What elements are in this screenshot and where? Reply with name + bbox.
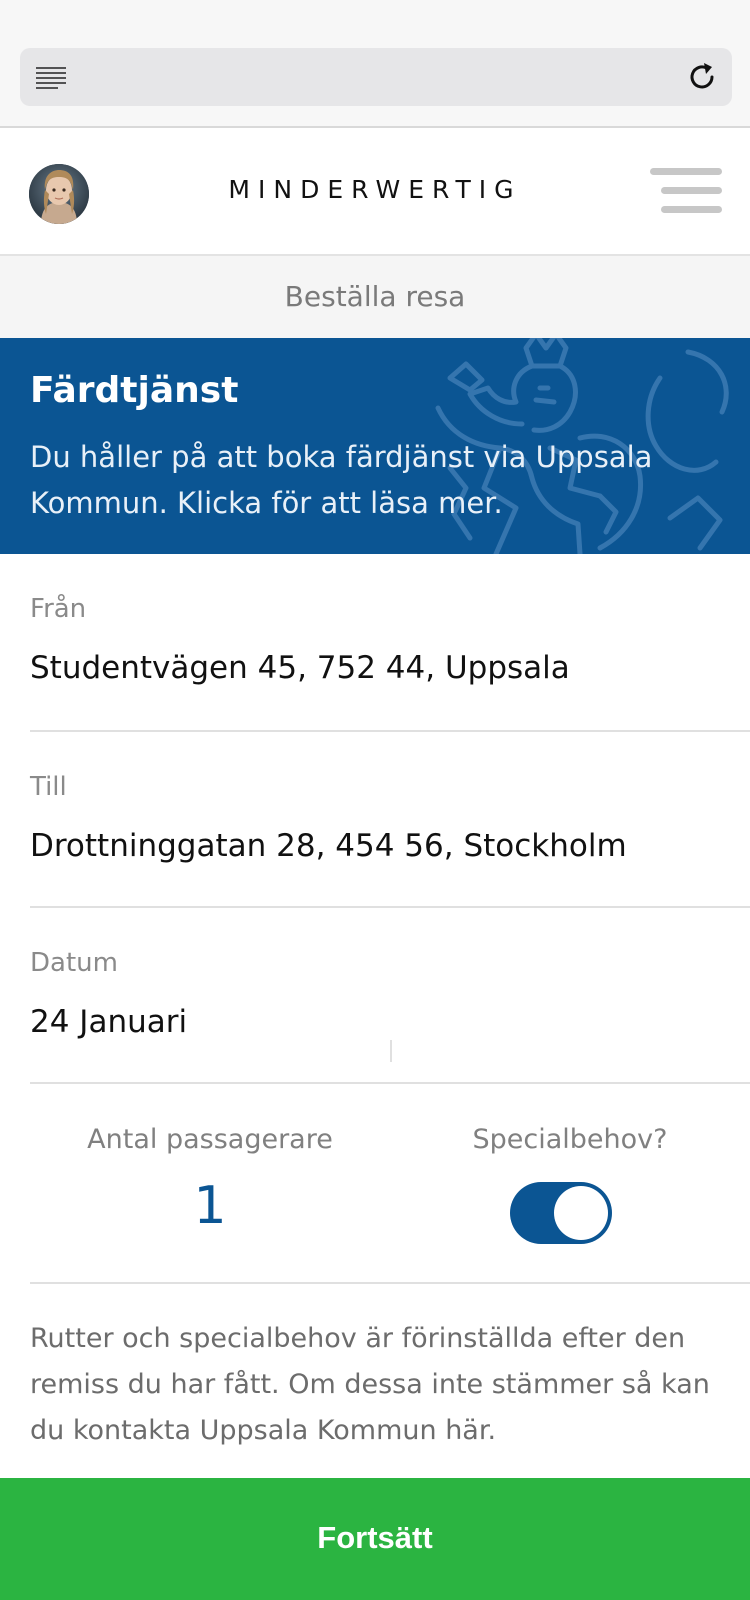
banner-text: Du håller på att boka färdjänst via Upps… <box>30 440 653 520</box>
reload-icon[interactable] <box>686 61 718 93</box>
date-divider <box>390 1040 392 1062</box>
hamburger-menu-icon[interactable] <box>650 168 722 214</box>
to-value[interactable]: Drottninggatan 28, 454 56, Stockholm <box>30 828 627 864</box>
special-needs-label: Specialbehov? <box>472 1124 668 1155</box>
page-title-bar: Beställa resa <box>0 256 750 338</box>
continue-button-label: Fortsätt <box>317 1520 433 1555</box>
special-needs-toggle[interactable] <box>510 1182 612 1244</box>
toggle-knob <box>554 1186 608 1240</box>
continue-button[interactable]: Fortsätt <box>0 1478 750 1600</box>
date-field[interactable]: Datum 24 Januari <box>30 908 750 1084</box>
from-field[interactable]: Från Studentvägen 45, 752 44, Uppsala <box>30 554 750 732</box>
from-value[interactable]: Studentvägen 45, 752 44, Uppsala <box>30 650 570 686</box>
passenger-count-label: Antal passagerare <box>87 1124 333 1155</box>
date-value[interactable]: 24 Januari <box>30 1004 187 1040</box>
passenger-count-stepper[interactable]: 1 <box>30 1176 390 1236</box>
banner-title: Färdtjänst <box>30 370 239 411</box>
info-banner[interactable]: Färdtjänst Du håller på att boka färdjän… <box>0 338 750 554</box>
app-header: MINDERWERTIG <box>0 128 750 256</box>
address-bar[interactable] <box>20 48 732 106</box>
special-needs-group: Specialbehov? <box>390 1084 750 1284</box>
brand-logo: MINDERWERTIG <box>228 175 522 204</box>
info-note: Rutter och specialbehov är förinställda … <box>30 1323 710 1446</box>
options-row: Antal passagerare 1 Specialbehov? <box>30 1084 750 1284</box>
browser-toolbar <box>0 0 750 128</box>
page-title: Beställa resa <box>284 280 466 313</box>
to-label: Till <box>30 772 67 802</box>
passenger-count-group: Antal passagerare 1 <box>30 1084 390 1284</box>
to-field[interactable]: Till Drottninggatan 28, 454 56, Stockhol… <box>30 732 750 908</box>
date-label: Datum <box>30 948 118 978</box>
from-label: Från <box>30 594 87 624</box>
reader-menu-icon[interactable] <box>36 65 66 89</box>
